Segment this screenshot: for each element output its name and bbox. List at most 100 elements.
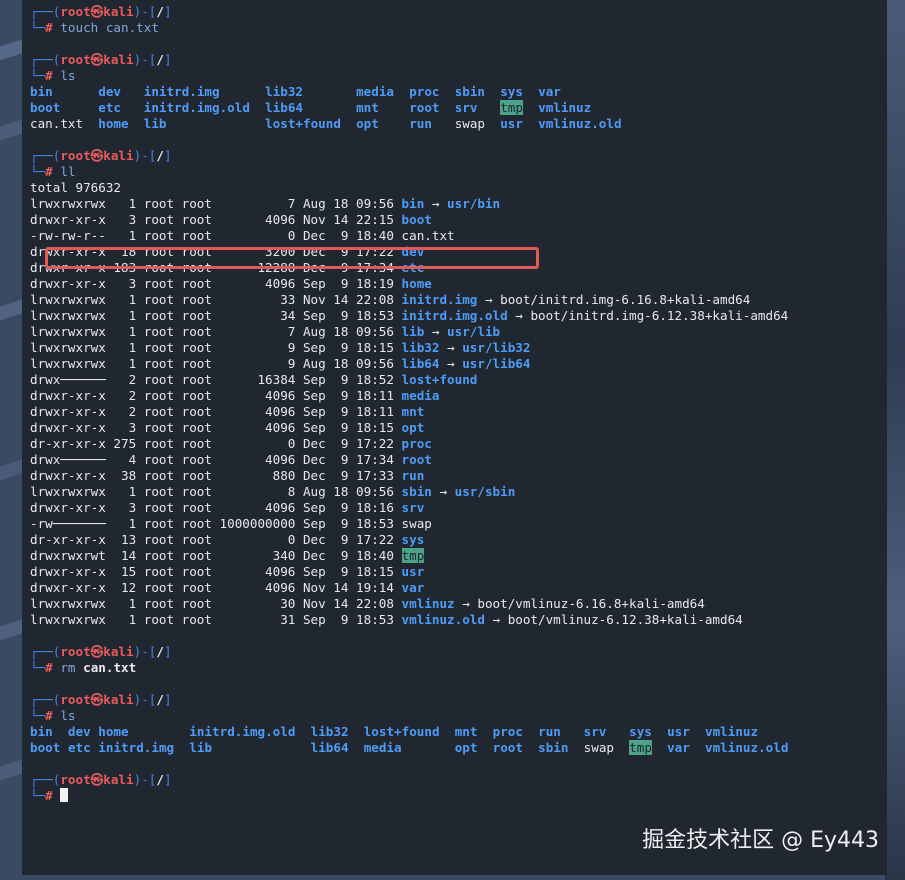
prompt-user-host: root㉿kali — [60, 52, 134, 67]
prompt-header: ┌──(root㉿kali)-[/] — [30, 644, 887, 660]
prompt-frame: └─ — [30, 788, 46, 803]
prompt-path: / — [156, 4, 164, 19]
ls-entry: sbin — [538, 740, 569, 755]
ls-entry: opt — [454, 740, 478, 755]
ls-entry: run — [409, 116, 432, 131]
ll-meta: lrwxrwxrwx 1 root root 31 Sep 9 18:53 — [30, 612, 402, 627]
ll-name: usr — [401, 564, 425, 579]
ls-entry: lib — [143, 116, 167, 131]
ls-entry: tmp — [629, 740, 652, 755]
ll-name: initrd.img.old — [401, 308, 508, 323]
prompt-hash: # — [45, 20, 53, 35]
ls-entry: lost+found — [363, 724, 440, 739]
ls-entry: can.txt — [30, 116, 84, 131]
ll-meta: lrwxrwxrwx 1 root root 7 Aug 18 09:56 — [30, 324, 402, 339]
ls-entry: var — [538, 84, 561, 99]
ll-row: lrwxrwxrwx 1 root root 7 Aug 18 09:56 li… — [30, 324, 887, 340]
ll-total: total 976632 — [30, 180, 121, 195]
ll-name: lib32 — [401, 340, 440, 355]
ls-entry: mnt — [454, 724, 478, 739]
prompt-frame: └─ — [30, 20, 46, 35]
ll-name: run — [401, 468, 425, 483]
ls-entry: dev — [98, 84, 121, 99]
prompt-path: / — [156, 692, 164, 707]
ll-row: drwxr-xr-x 38 root root 880 Dec 9 17:33 … — [30, 468, 887, 484]
ls-entry: sys — [629, 724, 652, 739]
command-text: ll — [52, 164, 76, 179]
ls-row: can.txt home lib lost+found opt run swap… — [30, 116, 887, 132]
prompt-path: / — [156, 148, 164, 163]
ll-meta: drwxr-xr-x 2 root root 4096 Sep 9 18:11 — [30, 404, 402, 419]
prompt-header: ┌──(root㉿kali)-[/] — [30, 148, 887, 164]
ls-entry: opt — [356, 116, 379, 131]
prompt-frame: )-[ — [133, 644, 157, 659]
ll-name: mnt — [401, 404, 425, 419]
ls-entry: lib64 — [310, 740, 349, 755]
symlink-arrow: → — [431, 484, 455, 499]
ll-meta: drwxr-xr-x 12 root root 4096 Nov 14 19:1… — [30, 580, 402, 595]
ll-meta: -rw-rw-r-- 1 root root 0 Dec 9 18:40 — [30, 228, 402, 243]
ls-entry: initrd.img — [98, 740, 175, 755]
symlink-target: boot/vmlinuz-6.12.38+kali-amd64 — [507, 612, 743, 627]
ll-name: vmlinuz.old — [401, 612, 485, 627]
prompt-hash: # — [45, 708, 53, 723]
prompt-frame: ┌──( — [30, 52, 61, 67]
terminal-window[interactable]: ┌──(root㉿kali)-[/] └─# touch can.txt ┌──(r… — [22, 0, 887, 875]
ll-meta: lrwxrwxrwx 1 root root 7 Aug 18 09:56 — [30, 196, 402, 211]
ls-entry: root — [492, 740, 523, 755]
command-arg: can.txt — [83, 660, 137, 675]
ls-entry: lost+found — [265, 116, 341, 131]
prompt-user-host: root㉿kali — [60, 644, 134, 659]
ls-entry: home — [98, 724, 129, 739]
ll-meta: dr-xr-xr-x 275 root root 0 Dec 9 17:22 — [30, 436, 402, 451]
ll-meta: drwxr-xr-x 38 root root 880 Dec 9 17:33 — [30, 468, 402, 483]
prompt-frame: )-[ — [133, 148, 157, 163]
ll-row: lrwxrwxrwx 1 root root 34 Sep 9 18:53 in… — [30, 308, 887, 324]
ls-entry: initrd.img — [143, 84, 220, 99]
symlink-target: usr/lib — [447, 324, 501, 339]
prompt-user-host: root㉿kali — [60, 692, 134, 707]
ll-name: var — [401, 580, 425, 595]
ll-name: home — [401, 276, 432, 291]
ls-row: boot etc initrd.img.old lib64 mnt root s… — [30, 100, 887, 116]
ll-name: lib64 — [401, 356, 440, 371]
ls-entry: vmlinuz.old — [538, 116, 622, 131]
ls-entry: bin — [30, 84, 53, 99]
prompt-command: └─# — [30, 788, 887, 804]
ls-entry: sbin — [454, 84, 486, 99]
ll-meta: drwxr-xr-x 2 root root 4096 Sep 9 18:11 — [30, 388, 402, 403]
command-text: ls — [52, 708, 76, 723]
desktop-background — [885, 0, 905, 880]
ll-meta: dr-xr-xr-x 13 root root 0 Dec 9 17:22 — [30, 532, 402, 547]
ls-entry: bin — [30, 724, 53, 739]
ll-meta: drwx────── 2 root root 16384 Sep 9 18:52 — [30, 372, 402, 387]
ll-meta: lrwxrwxrwx 1 root root 9 Sep 9 18:15 — [30, 340, 402, 355]
ls-entry: lib32 — [265, 84, 303, 99]
prompt-command: └─# ls — [30, 68, 887, 84]
prompt-frame: )-[ — [133, 4, 157, 19]
prompt-hash: # — [45, 68, 53, 83]
ll-name: sbin — [401, 484, 432, 499]
symlink-arrow: → — [424, 324, 448, 339]
ll-name: lost+found — [401, 372, 478, 387]
ls-entry: mnt — [356, 100, 379, 115]
symlink-arrow: → — [507, 308, 531, 323]
ls-row: bin dev home initrd.img.old lib32 lost+f… — [30, 724, 887, 740]
ll-name: proc — [401, 436, 432, 451]
